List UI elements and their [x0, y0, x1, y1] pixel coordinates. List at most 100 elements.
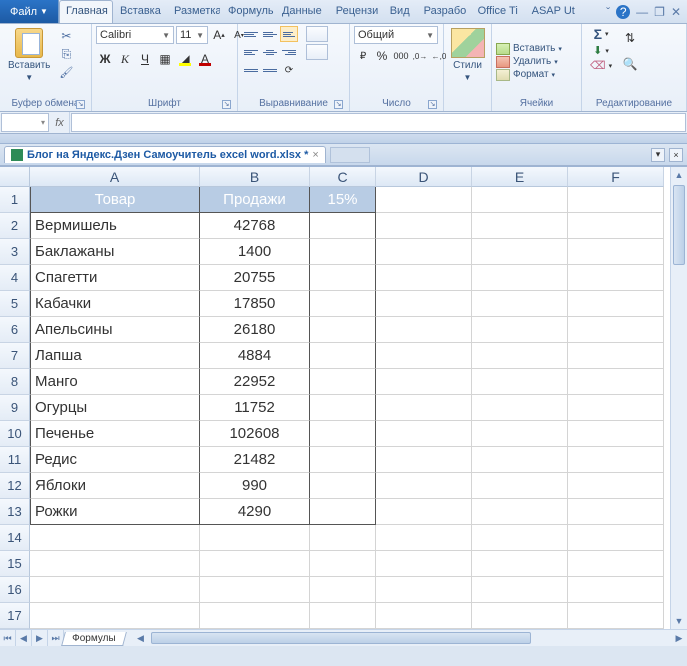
- cell-F10[interactable]: [568, 421, 664, 447]
- file-tab[interactable]: Файл ▼: [0, 0, 59, 23]
- close-workbook-icon[interactable]: ×: [669, 148, 683, 162]
- fx-button[interactable]: fx: [50, 112, 70, 133]
- cell-B8[interactable]: 22952: [200, 369, 310, 395]
- row-header-3[interactable]: 3: [0, 239, 30, 265]
- increase-decimal-icon[interactable]: ,0→: [411, 47, 429, 65]
- row-header-4[interactable]: 4: [0, 265, 30, 291]
- cell-D10[interactable]: [376, 421, 472, 447]
- dialog-launcher-icon[interactable]: ↘: [76, 100, 85, 109]
- underline-button[interactable]: Ч: [136, 50, 154, 68]
- window-restore-icon[interactable]: ❐: [654, 5, 665, 19]
- cell-E17[interactable]: [472, 603, 568, 629]
- ribbon-tab-4[interactable]: Данные: [275, 0, 329, 23]
- cell-F17[interactable]: [568, 603, 664, 629]
- ribbon-tab-5[interactable]: Рецензи: [329, 0, 383, 23]
- row-header-10[interactable]: 10: [0, 421, 30, 447]
- cell-E14[interactable]: [472, 525, 568, 551]
- row-header-8[interactable]: 8: [0, 369, 30, 395]
- cell-A17[interactable]: [30, 603, 200, 629]
- percent-icon[interactable]: %: [373, 47, 391, 65]
- cell-E1[interactable]: [472, 187, 568, 213]
- cell-B5[interactable]: 17850: [200, 291, 310, 317]
- delete-cells-button[interactable]: Удалить▾: [496, 56, 562, 68]
- cell-B13[interactable]: 4290: [200, 499, 310, 525]
- cell-A16[interactable]: [30, 577, 200, 603]
- cell-A6[interactable]: Апельсины: [30, 317, 200, 343]
- row-header-5[interactable]: 5: [0, 291, 30, 317]
- col-header-B[interactable]: B: [200, 167, 310, 187]
- cell-E10[interactable]: [472, 421, 568, 447]
- col-header-E[interactable]: E: [472, 167, 568, 187]
- row-header-2[interactable]: 2: [0, 213, 30, 239]
- row-header-14[interactable]: 14: [0, 525, 30, 551]
- ribbon-tab-6[interactable]: Вид: [383, 0, 417, 23]
- number-format-combo[interactable]: Общий▼: [354, 26, 438, 44]
- cell-C9[interactable]: [310, 395, 376, 421]
- cell-E2[interactable]: [472, 213, 568, 239]
- bold-button[interactable]: Ж: [96, 50, 114, 68]
- cell-C12[interactable]: [310, 473, 376, 499]
- tab-dropdown-icon[interactable]: ▾: [651, 148, 665, 162]
- horizontal-scrollbar[interactable]: ◀ ▶: [133, 630, 687, 646]
- row-header-7[interactable]: 7: [0, 343, 30, 369]
- border-button[interactable]: ▦: [156, 50, 174, 68]
- increase-font-icon[interactable]: A▴: [210, 26, 228, 44]
- cell-E11[interactable]: [472, 447, 568, 473]
- cell-C4[interactable]: [310, 265, 376, 291]
- decrease-indent-icon[interactable]: [242, 62, 260, 78]
- cell-D2[interactable]: [376, 213, 472, 239]
- cell-F3[interactable]: [568, 239, 664, 265]
- cell-D14[interactable]: [376, 525, 472, 551]
- cell-C10[interactable]: [310, 421, 376, 447]
- font-color-button[interactable]: A: [196, 50, 214, 68]
- cell-F16[interactable]: [568, 577, 664, 603]
- align-left-icon[interactable]: [242, 44, 260, 60]
- col-header-A[interactable]: A: [30, 167, 200, 187]
- cell-C2[interactable]: [310, 213, 376, 239]
- cell-F13[interactable]: [568, 499, 664, 525]
- cell-B12[interactable]: 990: [200, 473, 310, 499]
- scroll-left-icon[interactable]: ◀: [133, 630, 149, 646]
- sheet-nav-prev-icon[interactable]: ◀: [16, 630, 32, 646]
- cell-B11[interactable]: 21482: [200, 447, 310, 473]
- cell-D6[interactable]: [376, 317, 472, 343]
- dialog-launcher-icon[interactable]: ↘: [222, 100, 231, 109]
- dialog-launcher-icon[interactable]: ↘: [334, 100, 343, 109]
- cell-C16[interactable]: [310, 577, 376, 603]
- cell-F12[interactable]: [568, 473, 664, 499]
- close-tab-icon[interactable]: ×: [312, 149, 318, 161]
- minimize-ribbon-icon[interactable]: ˇ: [606, 5, 610, 19]
- align-right-icon[interactable]: [280, 44, 298, 60]
- format-cells-button[interactable]: Формат▾: [496, 69, 562, 81]
- formula-input[interactable]: [71, 113, 686, 132]
- cell-D1[interactable]: [376, 187, 472, 213]
- select-all-corner[interactable]: [0, 167, 30, 187]
- cell-B16[interactable]: [200, 577, 310, 603]
- cell-C13[interactable]: [310, 499, 376, 525]
- scroll-up-icon[interactable]: ▲: [671, 167, 687, 183]
- row-header-16[interactable]: 16: [0, 577, 30, 603]
- cell-A3[interactable]: Баклажаны: [30, 239, 200, 265]
- copy-icon[interactable]: [58, 46, 74, 62]
- cell-A8[interactable]: Манго: [30, 369, 200, 395]
- cell-D17[interactable]: [376, 603, 472, 629]
- cell-E8[interactable]: [472, 369, 568, 395]
- cell-F11[interactable]: [568, 447, 664, 473]
- cell-F4[interactable]: [568, 265, 664, 291]
- vertical-scrollbar[interactable]: ▲ ▼: [670, 167, 687, 629]
- row-header-15[interactable]: 15: [0, 551, 30, 577]
- cell-C11[interactable]: [310, 447, 376, 473]
- cell-D5[interactable]: [376, 291, 472, 317]
- ribbon-tab-1[interactable]: Вставка: [113, 0, 167, 23]
- row-header-1[interactable]: 1: [0, 187, 30, 213]
- sheet-tab-0[interactable]: Формулы: [61, 632, 126, 646]
- cell-F14[interactable]: [568, 525, 664, 551]
- find-select-button[interactable]: 🔍: [618, 52, 642, 76]
- scroll-down-icon[interactable]: ▼: [671, 613, 687, 629]
- dialog-launcher-icon[interactable]: ↘: [428, 100, 437, 109]
- cell-B17[interactable]: [200, 603, 310, 629]
- cell-D16[interactable]: [376, 577, 472, 603]
- cell-C5[interactable]: [310, 291, 376, 317]
- align-middle-icon[interactable]: [261, 26, 279, 42]
- cell-D15[interactable]: [376, 551, 472, 577]
